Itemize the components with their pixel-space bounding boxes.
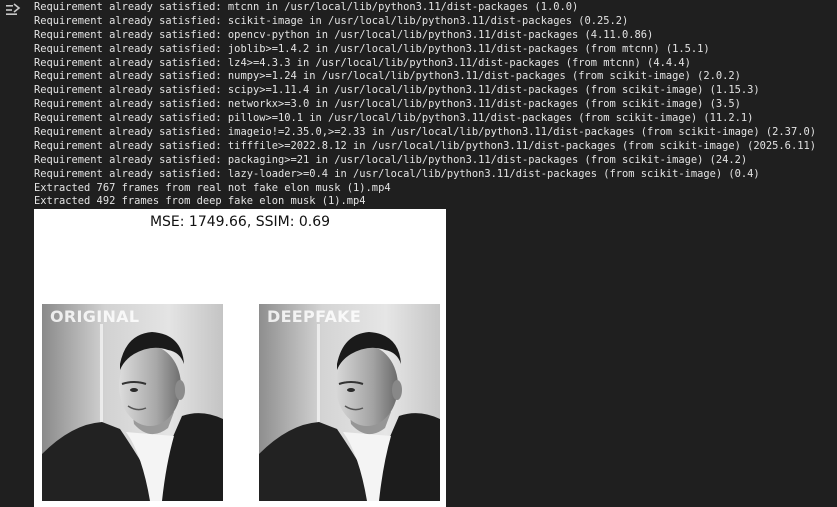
output-line: Requirement already satisfied: tifffile>… (34, 139, 816, 152)
output-line: Requirement already satisfied: imageio!=… (34, 126, 816, 139)
figure-title: MSE: 1749.66, SSIM: 0.69 (149, 214, 331, 230)
output-line: Requirement already satisfied: networkx>… (34, 98, 741, 111)
cell-output: Requirement already satisfied: mtcnn in … (34, 1, 834, 209)
output-line: Requirement already satisfied: opencv-py… (34, 28, 654, 41)
output-line: Requirement already satisfied: lz4>=4.3.… (34, 56, 691, 69)
output-line: Extracted 492 frames from deep fake elon… (34, 195, 366, 208)
output-line: Requirement already satisfied: scipy>=1.… (34, 84, 760, 97)
output-line: Requirement already satisfied: mtcnn in … (34, 1, 579, 13)
comparison-figure: MSE: 1749.66, SSIM: 0.69 ORIGINAL DEEPFA… (34, 209, 446, 507)
deepfake-label: DEEPFAKE (267, 307, 362, 326)
output-line: Requirement already satisfied: joblib>=1… (34, 42, 710, 55)
output-line: Requirement already satisfied: numpy>=1.… (34, 70, 741, 83)
output-toggle-icon[interactable] (4, 2, 22, 18)
output-line: Requirement already satisfied: packaging… (34, 153, 748, 166)
deepfake-frame-image: DEEPFAKE (259, 304, 440, 501)
original-label: ORIGINAL (50, 307, 140, 326)
output-line: Extracted 767 frames from real not fake … (34, 181, 391, 194)
output-line: Requirement already satisfied: lazy-load… (34, 167, 760, 180)
original-frame-image: ORIGINAL (42, 304, 223, 501)
output-line: Requirement already satisfied: scikit-im… (34, 14, 629, 27)
output-line: Requirement already satisfied: pillow>=1… (34, 112, 754, 125)
